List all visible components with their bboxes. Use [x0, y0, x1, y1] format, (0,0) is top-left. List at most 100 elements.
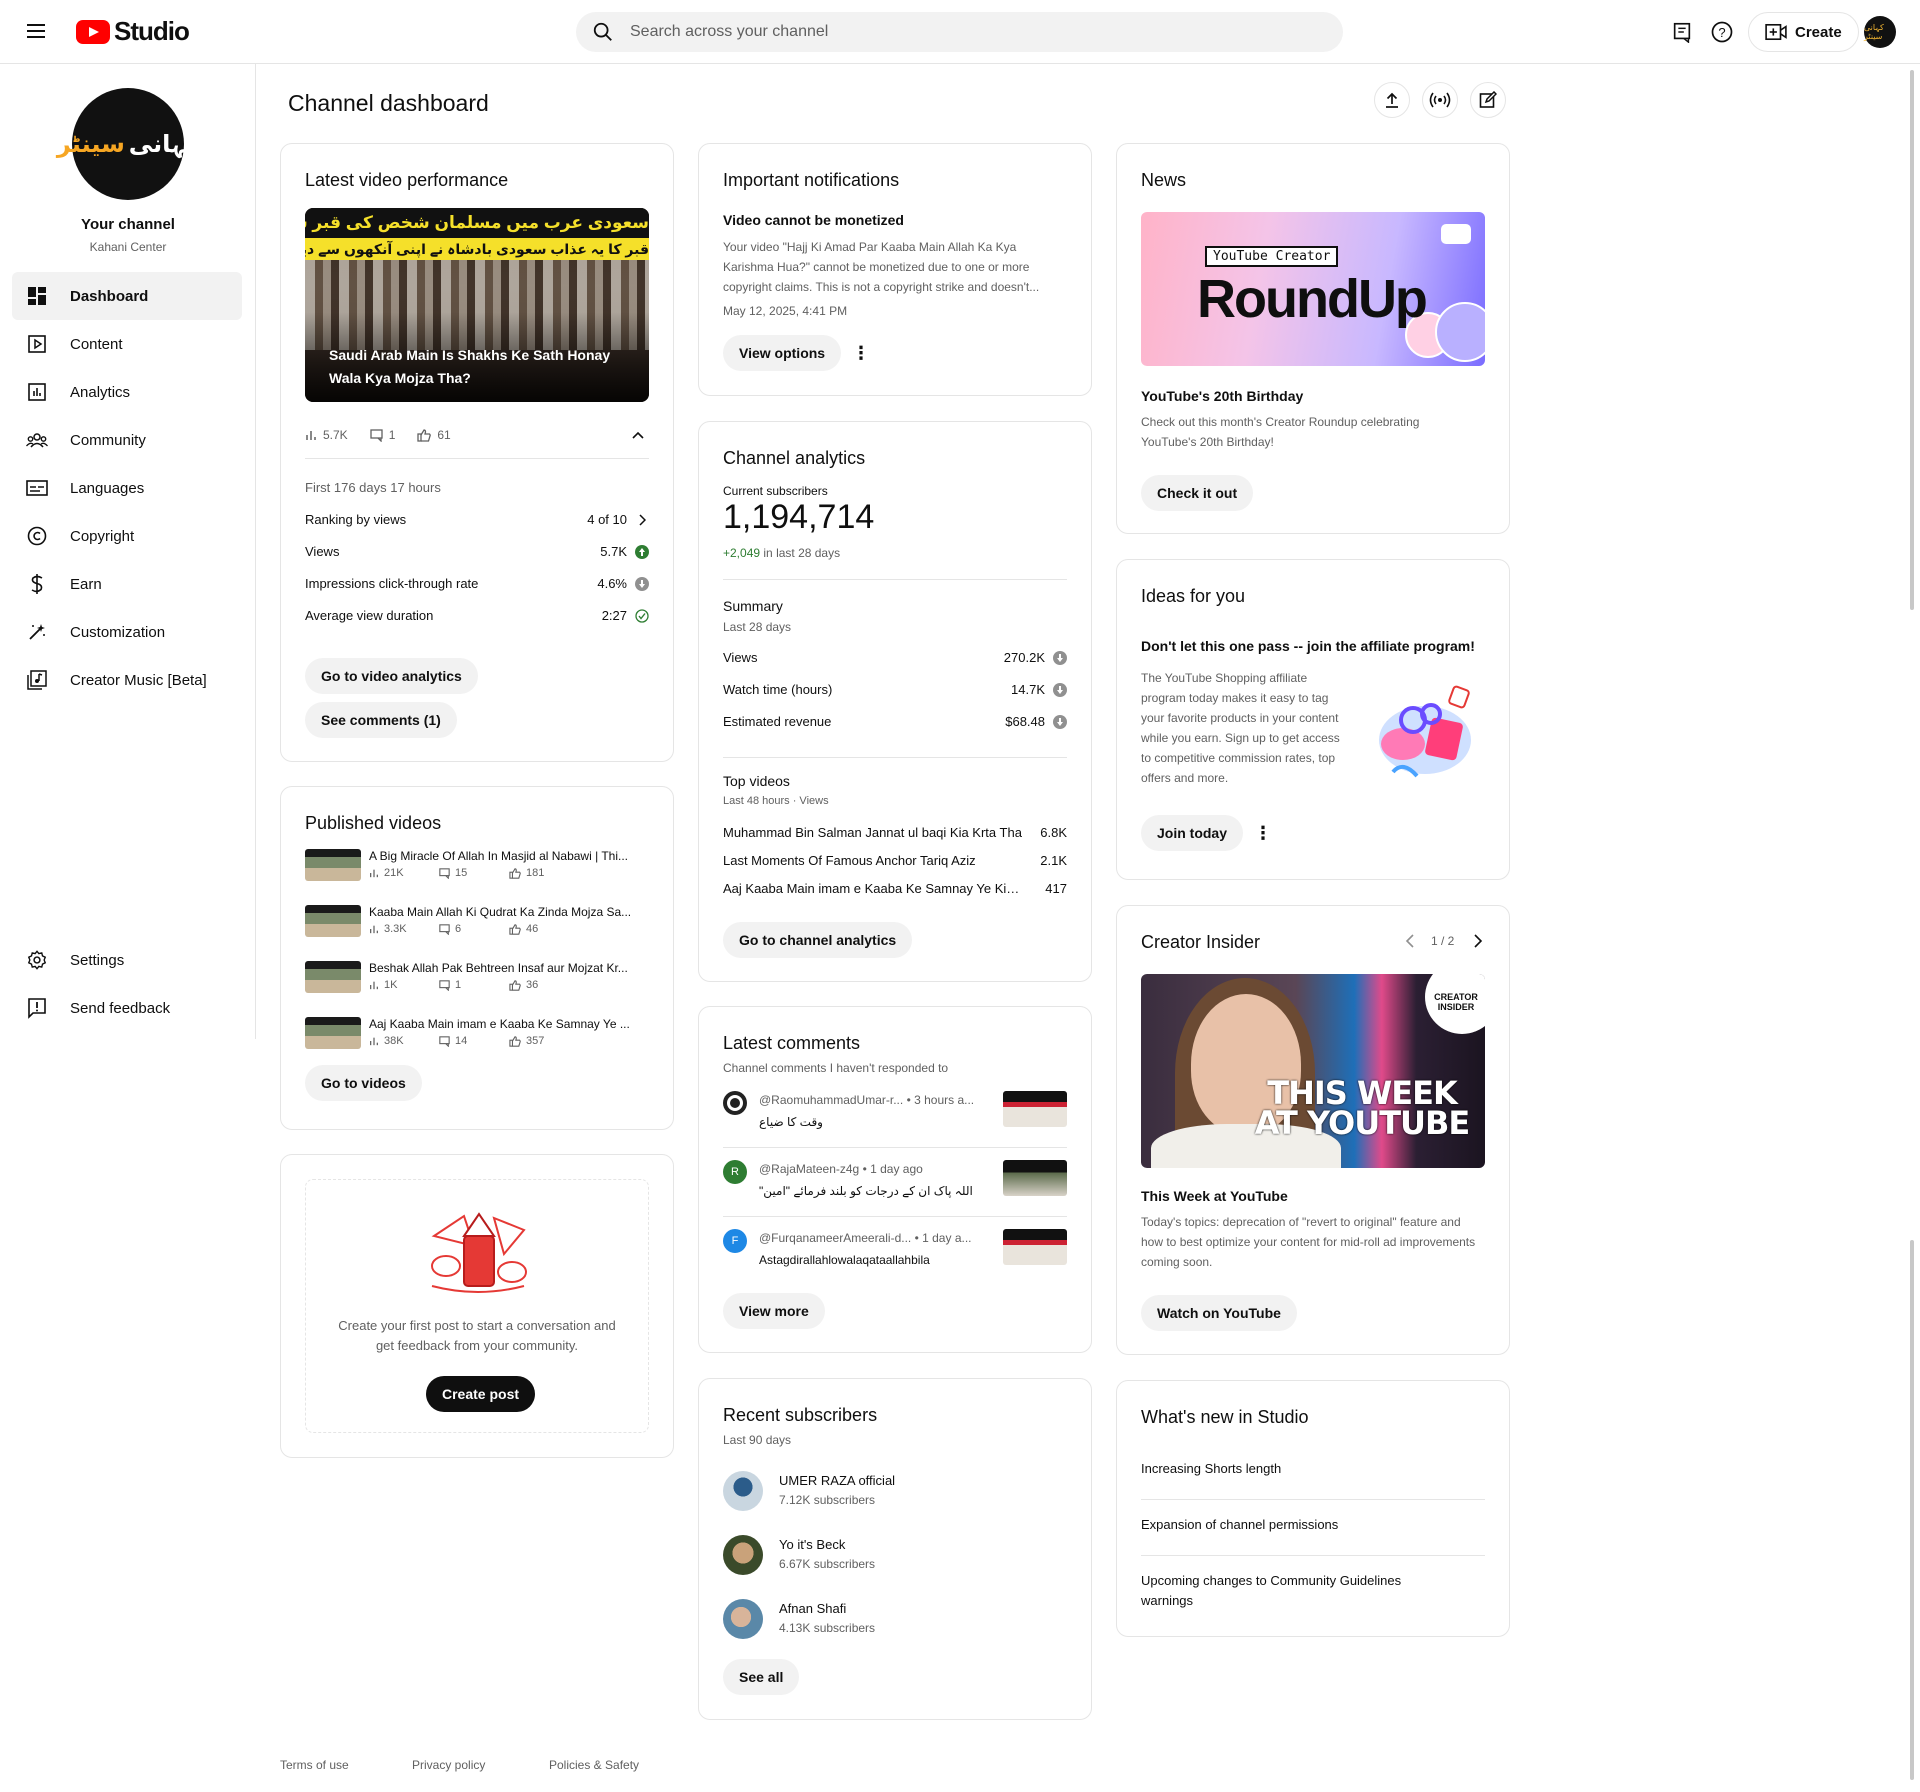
messages-icon[interactable]: [1668, 18, 1696, 46]
latest-video-stats: 5.7K 1 61: [305, 428, 467, 442]
current-subscribers-label: Current subscribers: [723, 484, 828, 498]
comment-video-thumbnail[interactable]: [1003, 1091, 1067, 1127]
sidebar-item-analytics[interactable]: Analytics: [12, 368, 242, 416]
row-label: Estimated revenue: [723, 714, 832, 729]
subscriber-count: 1,194,714: [723, 498, 875, 536]
top-video-row[interactable]: Muhammad Bin Salman Jannat ul baqi Kia K…: [723, 825, 1067, 840]
chevron-left-icon[interactable]: [1405, 934, 1415, 948]
row-label: Ranking by views: [305, 512, 407, 527]
card-title: What's new in Studio: [1141, 1407, 1309, 1427]
scrollbar[interactable]: [1910, 70, 1914, 610]
views-stat: 38K: [369, 1035, 439, 1047]
ranking-row[interactable]: Ranking by views 4 of 10: [305, 512, 649, 527]
menu-icon[interactable]: [24, 20, 48, 44]
check-it-out-button[interactable]: Check it out: [1141, 475, 1254, 511]
more-options-icon[interactable]: ⋮: [1251, 821, 1275, 845]
create-post-button[interactable]: Create post: [426, 1376, 536, 1412]
row-value: 5.7K: [600, 544, 627, 559]
chevron-right-icon[interactable]: [1473, 934, 1483, 948]
card-title: Channel analytics: [723, 448, 866, 468]
go-to-videos-button[interactable]: Go to videos: [305, 1065, 422, 1101]
policies-link[interactable]: Policies & Safety: [549, 1758, 639, 1772]
create-post-area: Create your first post to start a conver…: [305, 1179, 649, 1433]
comment-header: @RajaMateen-z4g • 1 day ago: [759, 1162, 989, 1176]
more-options-icon[interactable]: ⋮: [849, 341, 873, 365]
create-button[interactable]: Create: [1748, 12, 1859, 52]
comment-item[interactable]: @RaomuhammadUmar-r... • 3 hours a... وقت…: [723, 1091, 1067, 1147]
subscriber-item[interactable]: Afnan Shafi 4.13K subscribers: [723, 1599, 1067, 1643]
views-icon: [370, 981, 378, 990]
list-item[interactable]: Aaj Kaaba Main imam e Kaaba Ke Samnay Ye…: [305, 1017, 649, 1057]
help-icon[interactable]: ?: [1708, 18, 1736, 46]
subscriber-name: Afnan Shafi: [779, 1601, 847, 1616]
comments-count: 15: [455, 867, 468, 879]
go-to-video-analytics-button[interactable]: Go to video analytics: [305, 658, 478, 694]
whats-new-item[interactable]: Expansion of channel permissions: [1141, 1515, 1485, 1535]
whats-new-card: What's new in Studio Increasing Shorts l…: [1116, 1380, 1510, 1637]
sidebar-item-content[interactable]: Content: [12, 320, 242, 368]
search-bar[interactable]: [576, 12, 1343, 52]
sidebar-item-settings[interactable]: Settings: [12, 936, 242, 984]
subscriber-item[interactable]: UMER RAZA official 7.12K subscribers: [723, 1471, 1067, 1515]
list-item[interactable]: Beshak Allah Pak Behtreen Insaf aur Mojz…: [305, 961, 649, 1001]
see-all-subscribers-button[interactable]: See all: [723, 1659, 800, 1695]
comments-stat: 1: [439, 979, 509, 991]
top-video-row[interactable]: Aaj Kaaba Main imam e Kaaba Ke Samnay Ye…: [723, 881, 1067, 896]
sidebar-item-earn[interactable]: Earn: [12, 560, 242, 608]
view-more-comments-button[interactable]: View more: [723, 1293, 825, 1329]
sidebar-item-languages[interactable]: Languages: [12, 464, 242, 512]
likes-stat: 36: [509, 979, 579, 991]
view-options-button[interactable]: View options: [723, 335, 842, 371]
upload-button[interactable]: [1374, 82, 1410, 118]
trend-down-icon: [635, 576, 649, 591]
terms-link[interactable]: Terms of use: [280, 1758, 349, 1772]
subscriber-change-suffix: in last 28 days: [763, 546, 841, 560]
latest-video-thumbnail[interactable]: سعودی عرب میں مسلمان شخص کی قبر سے سانپ …: [305, 208, 649, 402]
list-item[interactable]: A Big Miracle Of Allah In Masjid al Naba…: [305, 849, 649, 889]
comment-item[interactable]: R @RajaMateen-z4g • 1 day ago "اللہ پاک …: [723, 1160, 1067, 1216]
latest-comments-card: Latest comments Channel comments I haven…: [698, 1006, 1092, 1353]
subscriber-item[interactable]: Yo it's Beck 6.67K subscribers: [723, 1535, 1067, 1579]
summary-title: Summary: [723, 598, 783, 614]
search-input[interactable]: [630, 23, 1280, 41]
go-to-channel-analytics-button[interactable]: Go to channel analytics: [723, 922, 913, 958]
ideas-heading: Don't let this one pass -- join the affi…: [1141, 638, 1475, 654]
sidebar-item-label: Settings: [70, 951, 125, 969]
see-comments-button[interactable]: See comments (1): [305, 702, 457, 738]
sidebar-item-customization[interactable]: Customization: [12, 608, 242, 656]
subscriber-change: +2,049 in last 28 days: [723, 546, 840, 560]
insider-video-thumbnail[interactable]: THIS WEEK AT YOUTUBE CREATOR INSIDER: [1141, 974, 1485, 1168]
earn-icon: [26, 573, 48, 595]
sidebar-item-copyright[interactable]: Copyright: [12, 512, 242, 560]
go-live-button[interactable]: [1422, 82, 1458, 118]
channel-avatar[interactable]: سینٹر کہانی: [57, 88, 199, 200]
whats-new-item[interactable]: Increasing Shorts length: [1141, 1459, 1485, 1479]
whats-new-item[interactable]: Upcoming changes to Community Guidelines…: [1141, 1571, 1429, 1611]
news-body: Check out this month's Creator Roundup c…: [1141, 415, 1420, 449]
customization-icon: [26, 621, 48, 643]
thumbnail-caption: Saudi Arab Main Is Shakhs Ke Sath Honay …: [329, 347, 611, 386]
comments-count: 1: [388, 428, 396, 442]
comment-video-thumbnail[interactable]: [1003, 1229, 1067, 1265]
news-image[interactable]: YouTube Creator RoundUp: [1141, 212, 1485, 366]
comment-video-thumbnail[interactable]: [1003, 1160, 1067, 1196]
scrollbar[interactable]: [1910, 1240, 1914, 1780]
sidebar-item-feedback[interactable]: Send feedback: [12, 984, 242, 1032]
top-video-row[interactable]: Last Moments Of Famous Anchor Tariq Aziz…: [723, 853, 1067, 868]
account-avatar[interactable]: کہانی سینٹر: [1864, 16, 1896, 48]
watch-on-youtube-button[interactable]: Watch on YouTube: [1141, 1295, 1297, 1331]
likes-stat: 357: [509, 1035, 579, 1047]
join-today-button[interactable]: Join today: [1141, 815, 1244, 851]
channel-handle: Kahani Center: [89, 240, 167, 254]
chevron-up-icon[interactable]: [631, 430, 645, 440]
video-thumbnail: [305, 905, 361, 937]
comments-count: 1: [455, 979, 462, 991]
studio-logo[interactable]: Studio: [76, 16, 190, 47]
sidebar-item-community[interactable]: Community: [12, 416, 242, 464]
privacy-link[interactable]: Privacy policy: [412, 1758, 485, 1772]
sidebar-item-dashboard[interactable]: Dashboard: [12, 272, 242, 320]
list-item[interactable]: Kaaba Main Allah Ki Qudrat Ka Zinda Mojz…: [305, 905, 649, 945]
comment-item[interactable]: F @FurqanameerAmeerali-d... • 1 day a...…: [723, 1229, 1067, 1285]
create-post-shortcut-button[interactable]: [1470, 82, 1506, 118]
sidebar-item-creator-music[interactable]: Creator Music [Beta]: [12, 656, 242, 704]
